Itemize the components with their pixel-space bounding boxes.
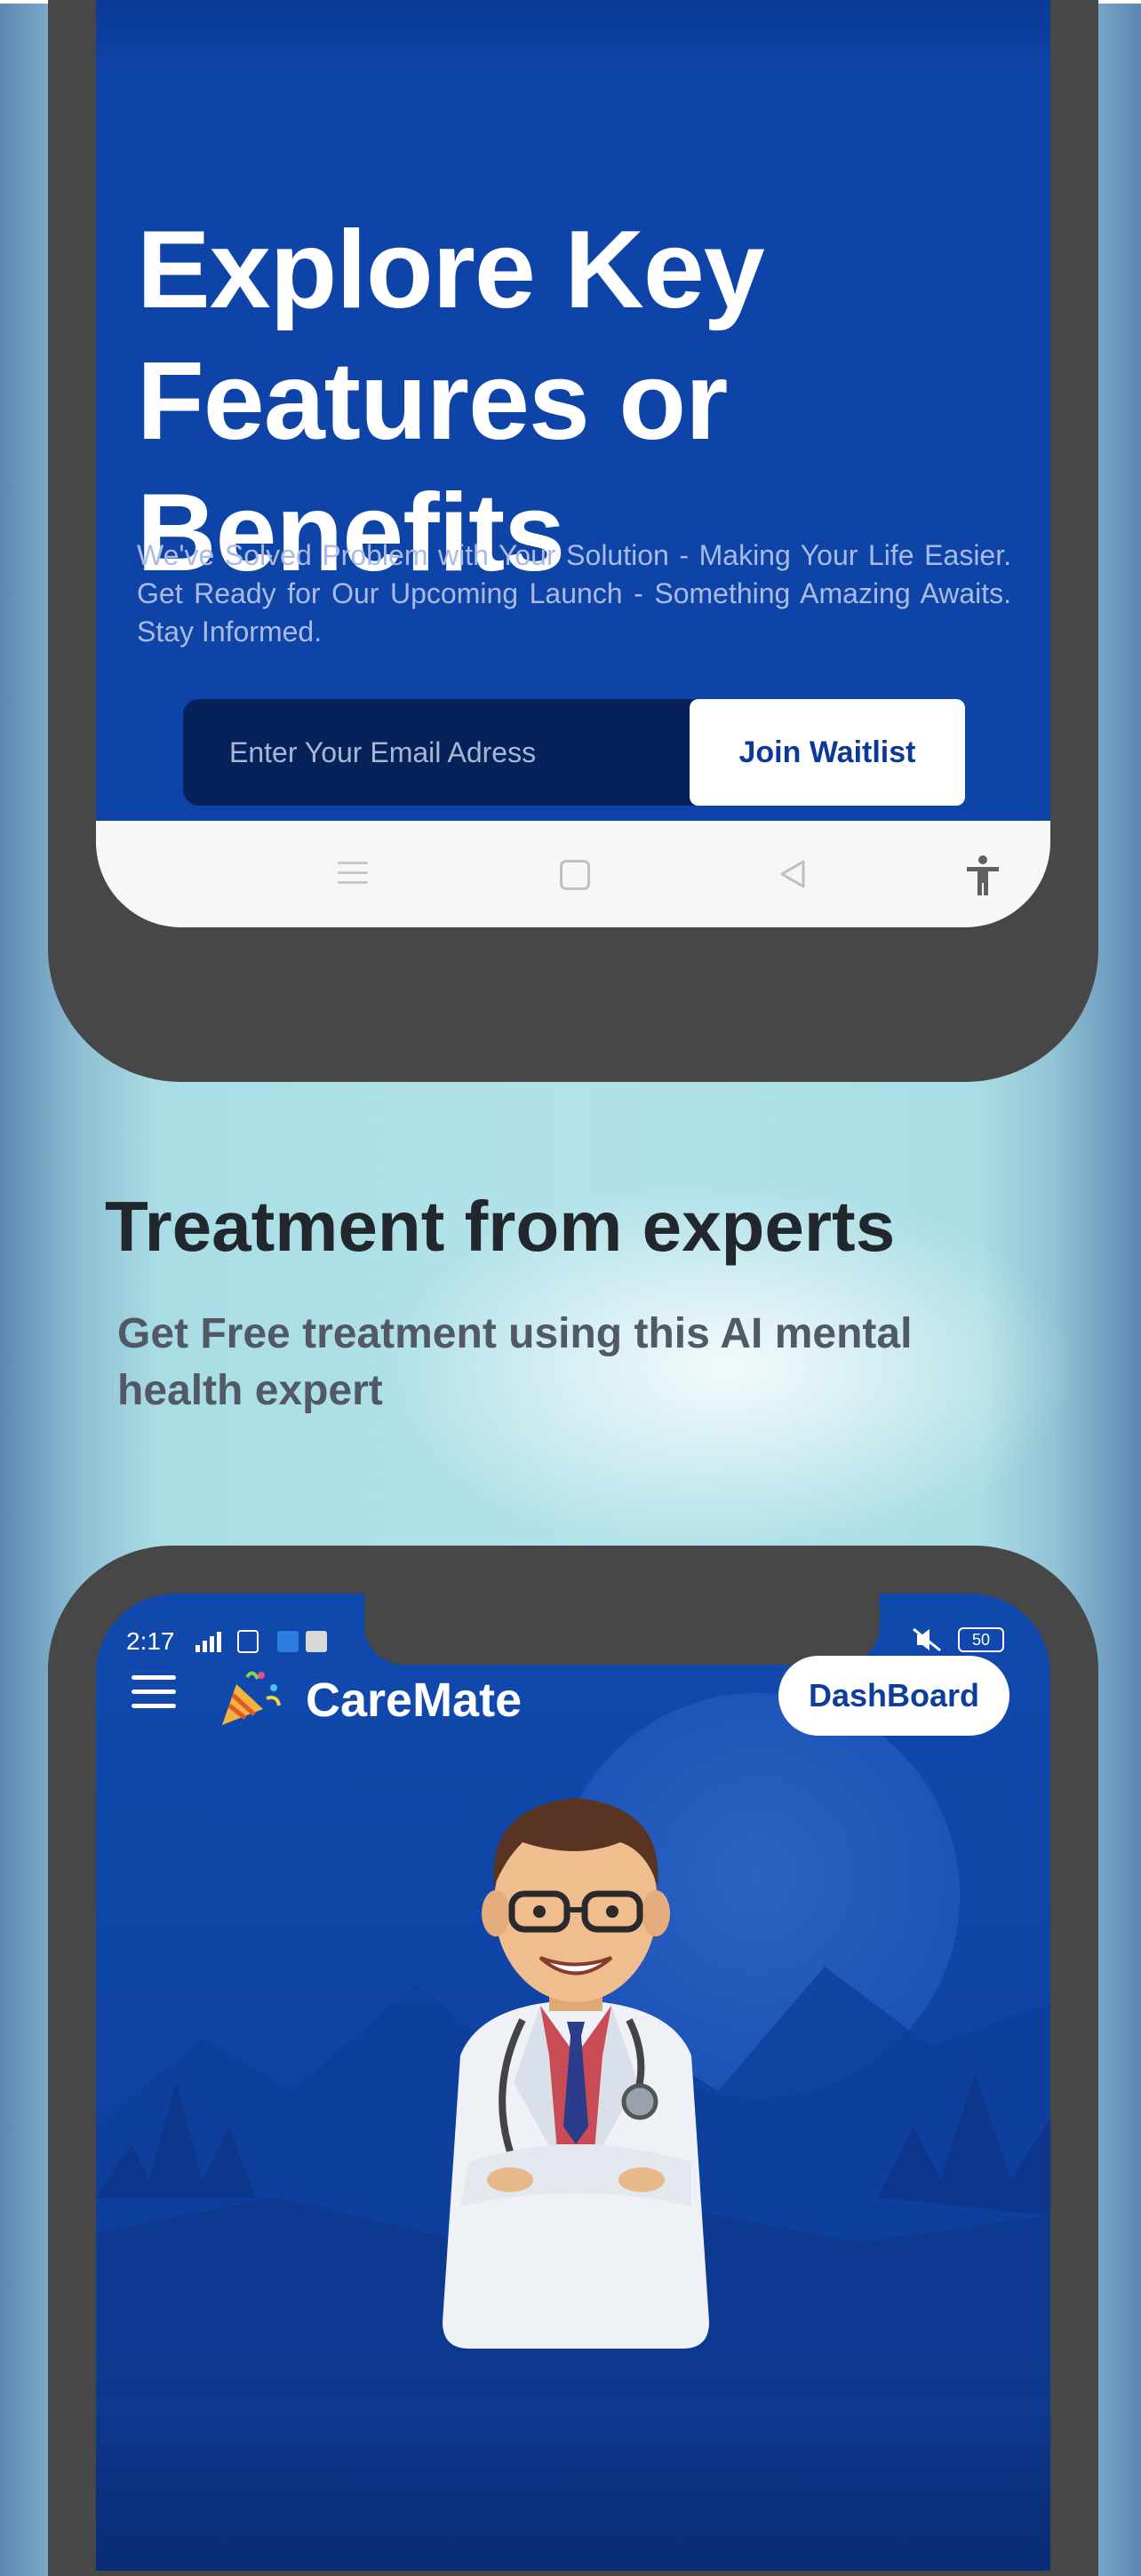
email-input[interactable] (183, 699, 690, 806)
back-icon[interactable] (777, 858, 809, 890)
accessibility-icon[interactable] (965, 855, 1001, 897)
waitlist-screen: Explore Key Features or Benefits We've S… (96, 0, 1050, 927)
hero-description: We've Solved Problem with Your Solution … (137, 539, 1011, 648)
hamburger-menu-icon[interactable] (132, 1675, 176, 1709)
status-time: 2:17 (126, 1627, 175, 1655)
recents-icon[interactable] (338, 862, 368, 888)
doctor-avatar (443, 1798, 709, 2349)
battery-indicator: 50 (958, 1627, 1004, 1652)
phone-frame-top: Explore Key Features or Benefits We've S… (48, 0, 1098, 1082)
dashboard-button[interactable]: DashBoard (778, 1656, 1009, 1736)
android-nav-bar (96, 821, 1050, 927)
signal-icon (195, 1630, 327, 1653)
party-popper-icon (222, 1671, 281, 1725)
waitlist-form: Join Waitlist (183, 699, 965, 806)
camera-notch (364, 1594, 880, 1665)
phone-frame-bottom: 2:17 50 CareMate DashBoard (48, 1546, 1098, 2576)
home-icon[interactable] (560, 860, 590, 890)
section-subtitle: Get Free treatment using this AI mental … (117, 1310, 913, 1414)
mute-icon (913, 1627, 941, 1652)
join-waitlist-button[interactable]: Join Waitlist (690, 699, 965, 806)
app-brand: CareMate (306, 1674, 523, 1727)
bottom-fade (96, 2357, 1050, 2571)
section-title: Treatment from experts (105, 1187, 896, 1266)
caremate-screen: 2:17 50 CareMate DashBoard (96, 1594, 1050, 2571)
